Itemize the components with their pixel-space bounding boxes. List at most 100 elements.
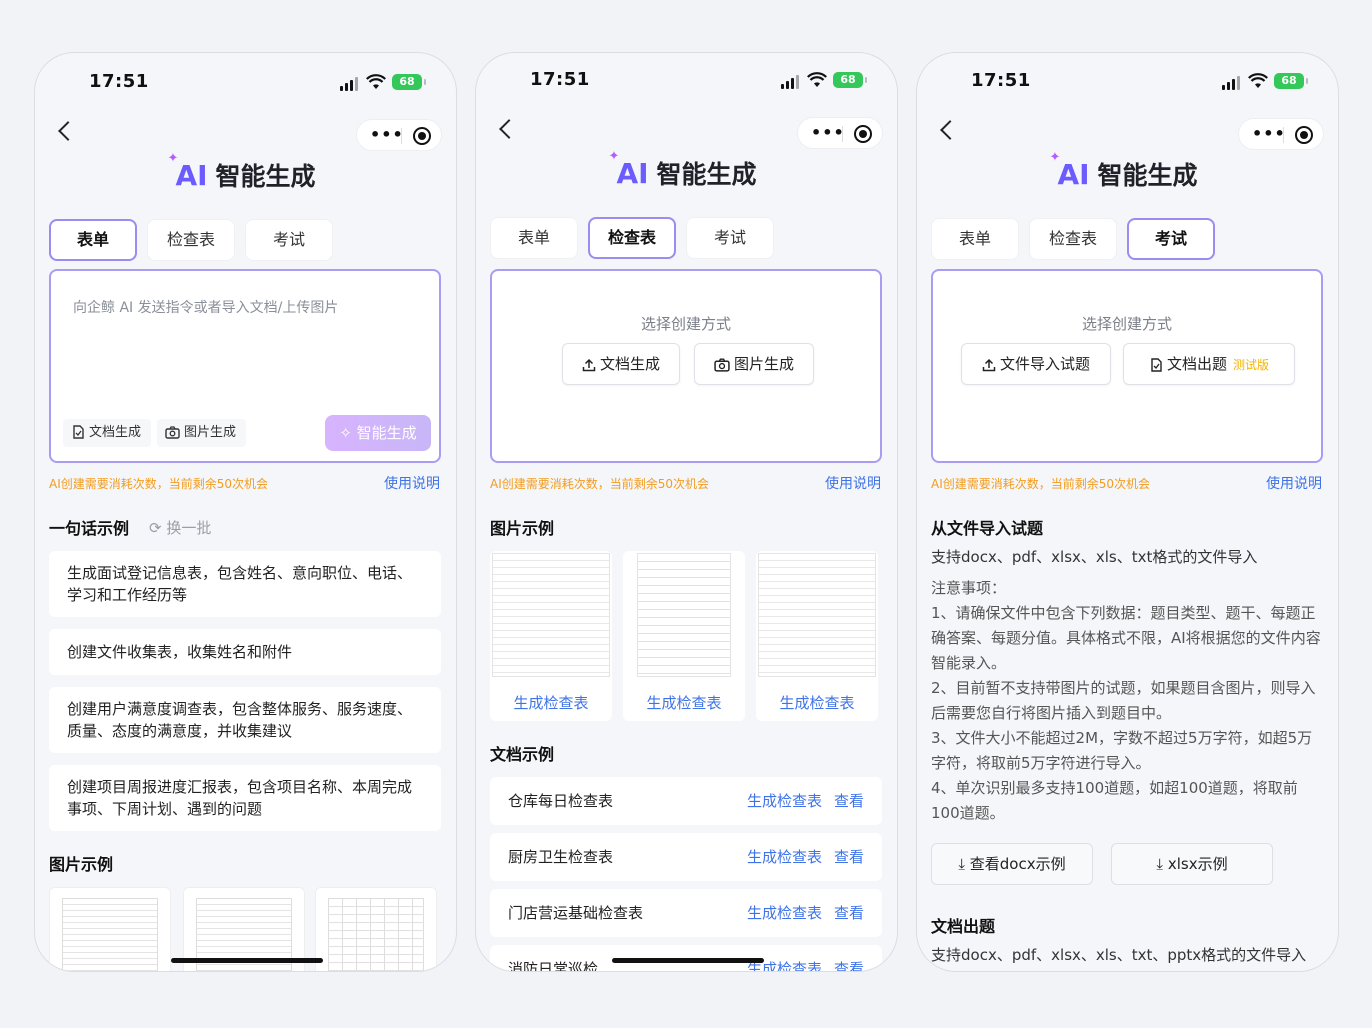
tab-checklist[interactable]: 检查表	[588, 217, 676, 259]
doc-example-row[interactable]: 厨房卫生检查表 生成检查表 查看	[490, 833, 882, 881]
signal-icon	[1222, 76, 1240, 90]
tab-bar: 表单 检查表 考试	[931, 218, 1215, 260]
choose-method-label: 选择创建方式	[1081, 315, 1172, 333]
tab-exam[interactable]: 考试	[686, 217, 774, 259]
doc-icon	[1151, 358, 1162, 372]
back-icon[interactable]	[940, 120, 960, 140]
ai-logo: ✦ AI	[1049, 150, 1089, 191]
tab-checklist[interactable]: 检查表	[1029, 218, 1117, 260]
image-example-card[interactable]: 生成检查表	[490, 551, 612, 721]
generate-checklist-link[interactable]: 生成检查表	[747, 904, 822, 922]
wifi-icon	[807, 72, 827, 87]
sparkle-icon: ✦	[167, 150, 179, 166]
note-item: 1、请确保文件中包含下列数据：题目类型、题干、每题正确答案、每题分值。具体格式不…	[931, 604, 1321, 672]
close-target-icon[interactable]	[1295, 126, 1313, 144]
doc-name: 厨房卫生检查表	[508, 848, 614, 866]
battery-icon: 68	[833, 72, 867, 88]
wifi-icon	[366, 74, 386, 89]
image-example-card[interactable]: 生成检查表	[756, 551, 878, 721]
example-card[interactable]: 创建文件收集表，收集姓名和附件	[49, 629, 441, 675]
image-generate-button[interactable]: 图片生成	[694, 343, 814, 385]
doc-generate-label: 文档生成	[89, 425, 142, 440]
more-icon[interactable]: •••	[811, 125, 845, 141]
download-icon: ⤓	[1156, 855, 1168, 873]
ai-logo-text: AI	[616, 156, 649, 190]
example-card[interactable]: 创建项目周报进度汇报表，包含项目名称、本周完成事项、下周计划、遇到的问题	[49, 765, 441, 831]
tab-form[interactable]: 表单	[490, 217, 578, 259]
doc-generate-button[interactable]: 文档生成	[562, 343, 680, 385]
import-section-title: 从文件导入试题	[931, 519, 1044, 538]
tab-bar: 表单 检查表 考试	[49, 219, 333, 261]
view-link[interactable]: 查看	[834, 960, 864, 971]
upload-icon	[982, 358, 996, 372]
create-method-panel: 选择创建方式 文档生成 图片生成	[490, 269, 882, 463]
doc-examples-title: 文档示例	[490, 745, 555, 764]
refresh-button[interactable]: ⟳ 换一批	[149, 517, 211, 538]
back-icon[interactable]	[58, 121, 78, 141]
phone-screen-form: 17:51 68 ••• ✦ AI 智能生成 表单 检查表 考试 向企鲸 AI 发送…	[34, 52, 457, 972]
doc-question-section-title: 文档出题	[931, 917, 996, 936]
image-generate-label: 图片生成	[184, 425, 237, 440]
image-example-thumb[interactable]	[49, 887, 171, 971]
image-example-card[interactable]: 生成检查表	[623, 551, 745, 721]
doc-preview	[62, 898, 158, 971]
image-generate-button[interactable]: 图片生成	[157, 419, 247, 447]
title-text: 智能生成	[215, 162, 316, 191]
xlsx-example-button[interactable]: ⤓ xlsx示例	[1111, 843, 1273, 885]
tab-form[interactable]: 表单	[931, 218, 1019, 260]
sparkle-icon: ✧	[339, 424, 357, 442]
usage-guide-link[interactable]: 使用说明	[1266, 473, 1322, 493]
usage-guide-link[interactable]: 使用说明	[825, 473, 881, 493]
tab-exam[interactable]: 考试	[1127, 218, 1215, 260]
doc-question-button[interactable]: 文档出题 测试版	[1123, 343, 1295, 385]
generate-checklist-link[interactable]: 生成检查表	[756, 692, 878, 713]
close-target-icon[interactable]	[413, 127, 431, 145]
smart-generate-label: 智能生成	[356, 424, 417, 442]
more-icon[interactable]: •••	[1252, 126, 1286, 142]
generate-checklist-link[interactable]: 生成检查表	[747, 792, 822, 810]
phone-screen-exam: 17:51 68 ••• ✦ AI 智能生成 表单 检查表 考试 选择创建方式 文件…	[916, 52, 1339, 972]
view-docx-label: 查看docx示例	[969, 855, 1066, 873]
usage-guide-link[interactable]: 使用说明	[384, 473, 440, 493]
smart-generate-button[interactable]: ✧ 智能生成	[325, 415, 431, 451]
view-docx-example-button[interactable]: ⤓ 查看docx示例	[931, 843, 1093, 885]
ai-logo: ✦ AI	[608, 149, 649, 190]
file-import-label: 文件导入试题	[999, 355, 1090, 373]
doc-name: 消防日常巡检	[508, 960, 599, 972]
mini-program-capsule: •••	[1238, 118, 1324, 150]
generate-checklist-link[interactable]: 生成检查表	[623, 692, 745, 713]
tab-form[interactable]: 表单	[49, 219, 137, 261]
view-link[interactable]: 查看	[834, 904, 864, 922]
view-link[interactable]: 查看	[834, 848, 864, 866]
ai-logo: ✦ AI	[167, 151, 207, 192]
generate-checklist-link[interactable]: 生成检查表	[747, 848, 822, 866]
page-title: ✦ AI 智能生成	[476, 149, 897, 195]
quota-tip: AI创建需要消耗次数，当前剩余50次机会	[931, 477, 1151, 491]
nav-bar: •••	[917, 118, 1338, 152]
xlsx-label: xlsx示例	[1167, 855, 1228, 873]
doc-example-row[interactable]: 门店营运基础检查表 生成检查表 查看	[490, 889, 882, 937]
tab-checklist[interactable]: 检查表	[147, 219, 235, 261]
view-link[interactable]: 查看	[834, 792, 864, 810]
mini-program-capsule: •••	[797, 117, 883, 149]
capsule-divider	[1283, 127, 1284, 143]
close-target-icon[interactable]	[854, 125, 872, 143]
back-icon[interactable]	[499, 119, 519, 139]
more-icon[interactable]: •••	[370, 127, 404, 143]
upload-icon	[582, 358, 596, 372]
example-card[interactable]: 生成面试登记信息表，包含姓名、意向职位、电话、学习和工作经历等	[49, 551, 441, 617]
status-bar: 17:51 68	[917, 70, 1338, 94]
home-indicator	[612, 958, 764, 963]
example-card[interactable]: 创建用户满意度调查表，包含整体服务、服务速度、质量、态度的满意度，并收集建议	[49, 687, 441, 753]
doc-example-row[interactable]: 仓库每日检查表 生成检查表 查看	[490, 777, 882, 825]
download-icon: ⤓	[958, 855, 970, 873]
generate-checklist-link[interactable]: 生成检查表	[490, 692, 612, 713]
image-examples-title: 图片示例	[490, 519, 555, 538]
doc-generate-label: 文档生成	[599, 355, 660, 373]
tab-exam[interactable]: 考试	[245, 219, 333, 261]
camera-icon	[714, 358, 730, 372]
image-example-thumb[interactable]	[315, 887, 437, 971]
file-import-button[interactable]: 文件导入试题	[961, 343, 1111, 385]
prompt-input-area[interactable]: 向企鲸 AI 发送指令或者导入文档/上传图片 文档生成 图片生成 ✧ 智能生成	[49, 269, 441, 463]
doc-generate-button[interactable]: 文档生成	[63, 419, 152, 447]
